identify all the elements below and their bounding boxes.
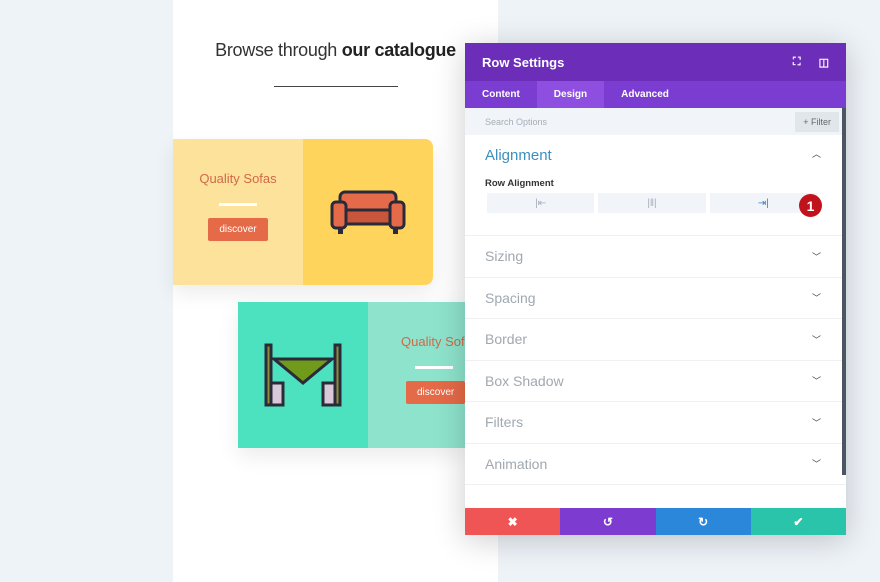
undo-icon: ↺	[602, 514, 613, 529]
chevron-down-icon: ﹀	[811, 376, 821, 387]
card-text-side: Quality Sofas discover	[173, 139, 303, 285]
discover-button[interactable]: discover	[406, 381, 465, 404]
modal-footer: ✖ ↺ ↻ ✔	[465, 508, 846, 535]
alignment-section: Alignment ︿ Row Alignment |⇤ |‖| ⇥| 1	[465, 135, 846, 236]
chevron-down-icon: ﹀	[811, 334, 821, 345]
card-icon-side	[238, 302, 368, 448]
discover-button[interactable]: discover	[208, 218, 268, 241]
modal-title: Row Settings	[482, 54, 565, 70]
card-icon-side	[303, 139, 433, 285]
redo-icon: ↻	[698, 514, 709, 529]
section-box-shadow[interactable]: Box Shadow ﹀	[465, 361, 846, 402]
section-filters[interactable]: Filters ﹀	[465, 402, 846, 444]
card-dining: Quality Sofas discover	[238, 302, 465, 448]
card-divider	[219, 203, 257, 206]
step-badge: 1	[799, 194, 822, 217]
dining-table-icon	[264, 343, 342, 407]
sidebar-toggle-icon[interactable]: ◫	[819, 56, 829, 69]
row-settings-modal: Row Settings ⛶ ◫ Content Design Advanced …	[465, 43, 846, 535]
undo-button[interactable]: ↺	[560, 508, 656, 535]
chevron-down-icon: ﹀	[811, 251, 821, 262]
alignment-title: Alignment	[485, 147, 552, 164]
search-options-input[interactable]: Search Options + Filter	[465, 108, 846, 135]
search-placeholder: Search Options	[485, 116, 548, 127]
filter-button[interactable]: + Filter	[795, 111, 839, 132]
check-icon: ✔	[793, 514, 804, 529]
section-spacing[interactable]: Spacing ﹀	[465, 278, 846, 319]
tab-content[interactable]: Content	[465, 81, 537, 108]
redo-button[interactable]: ↻	[655, 508, 751, 535]
section-animation[interactable]: Animation ﹀	[465, 444, 846, 485]
row-alignment-label: Row Alignment	[485, 178, 554, 189]
section-border[interactable]: Border ﹀	[465, 319, 846, 361]
card-divider	[415, 366, 453, 369]
chevron-down-icon: ﹀	[811, 293, 821, 304]
sofa-icon	[330, 190, 406, 234]
tab-design[interactable]: Design	[536, 81, 605, 108]
card-title: Quality Sofas	[199, 171, 277, 186]
card-text-side: Quality Sofas discover	[368, 302, 465, 448]
cancel-button[interactable]: ✖	[465, 508, 561, 535]
card-sofas: Quality Sofas discover	[173, 139, 433, 285]
heading-bold-text: our catalogue	[341, 40, 456, 60]
close-icon: ✖	[507, 514, 518, 529]
modal-header: Row Settings ⛶ ◫	[465, 43, 846, 81]
heading-text: Browse through	[215, 40, 342, 60]
alignment-toggle[interactable]: Alignment ︿	[485, 135, 821, 164]
chevron-up-icon: ︿	[811, 149, 821, 159]
divider	[274, 86, 398, 87]
fullscreen-icon[interactable]: ⛶	[793, 56, 801, 69]
chevron-down-icon: ﹀	[811, 417, 821, 428]
align-left-button[interactable]: |⇤	[487, 193, 595, 213]
save-button[interactable]: ✔	[750, 508, 846, 535]
section-sizing[interactable]: Sizing ﹀	[465, 236, 846, 278]
chevron-down-icon: ﹀	[811, 459, 821, 470]
align-center-button[interactable]: |‖|	[598, 193, 706, 213]
page-heading: Browse through our catalogue	[173, 40, 498, 61]
scrollbar[interactable]	[842, 108, 846, 475]
tab-advanced[interactable]: Advanced	[604, 81, 686, 108]
page-column	[173, 0, 498, 582]
modal-tabs: Content Design Advanced	[465, 81, 846, 108]
card-title: Quality Sofas	[401, 334, 465, 349]
